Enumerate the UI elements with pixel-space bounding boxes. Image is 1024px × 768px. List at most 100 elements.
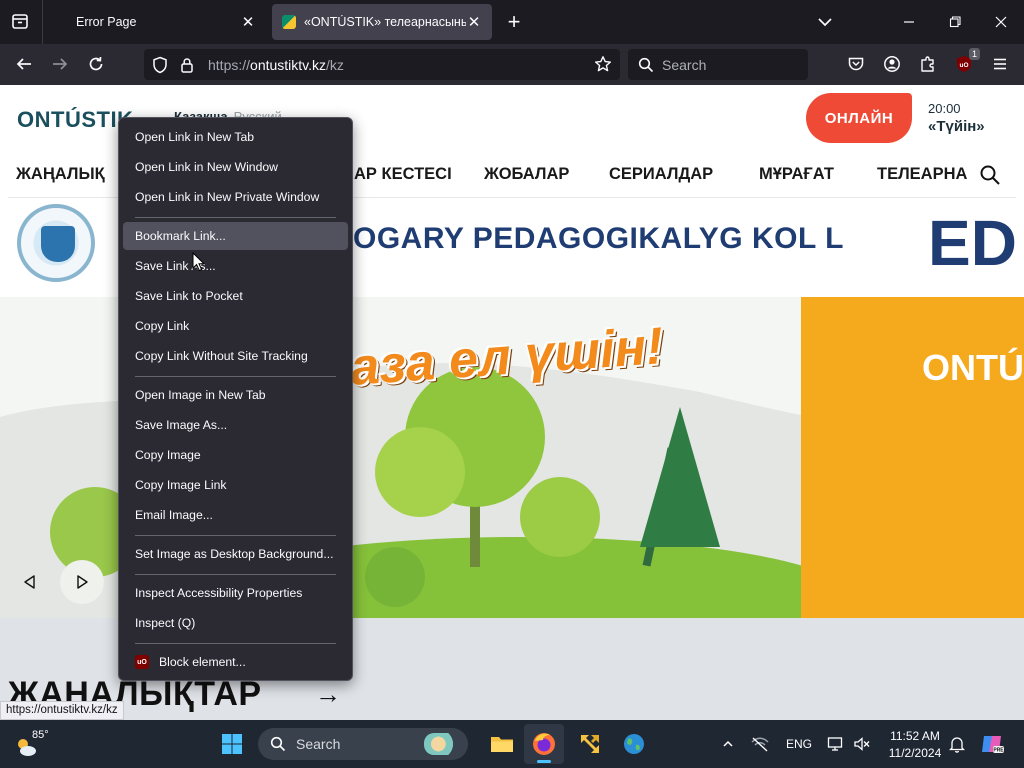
taskbar-search-box[interactable]: Search <box>258 728 468 760</box>
menu-item-open-link-private-window[interactable]: Open Link in New Private Window <box>123 183 348 211</box>
extension-badge: 1 <box>968 48 980 60</box>
windows-taskbar: 85° Search ENG 11:52 AM 11/2/2024 PRE <box>0 720 1024 768</box>
account-button[interactable] <box>876 48 908 80</box>
menu-item-copy-image[interactable]: Copy Image <box>123 441 348 469</box>
menu-item-email-image[interactable]: Email Image... <box>123 501 348 529</box>
network-disconnected-icon <box>751 737 769 752</box>
slider-prev-button[interactable] <box>8 560 52 604</box>
star-icon[interactable] <box>594 55 612 73</box>
menu-item-open-image-new-tab[interactable]: Open Image in New Tab <box>123 381 348 409</box>
new-tab-button[interactable]: + <box>502 9 526 34</box>
site-favicon-icon <box>282 15 296 29</box>
menu-item-save-image-as[interactable]: Save Image As... <box>123 411 348 439</box>
ublock-origin-button[interactable]: uO 1 <box>948 48 980 80</box>
tab-manager-icon[interactable] <box>6 10 34 34</box>
reload-button[interactable] <box>80 48 112 80</box>
close-icon[interactable]: ✕ <box>240 14 256 31</box>
plus-icon: + <box>507 9 521 34</box>
search-icon <box>270 736 286 752</box>
site-logo-text: ONTÚSTIK <box>17 107 134 132</box>
lock-icon[interactable] <box>180 57 196 73</box>
minimize-button[interactable] <box>886 0 932 44</box>
menu-item-inspect[interactable]: Inspect (Q) <box>123 609 348 637</box>
weather-widget[interactable]: 85° <box>14 724 58 764</box>
menu-separator <box>135 643 336 644</box>
taskbar-app-arrows[interactable] <box>570 724 610 764</box>
globe-app-icon <box>624 734 644 754</box>
restore-icon <box>949 16 961 28</box>
menu-item-set-desktop-background[interactable]: Set Image as Desktop Background... <box>123 540 348 568</box>
forward-arrow-icon <box>53 58 68 70</box>
search-icon <box>638 57 654 72</box>
taskbar-firefox[interactable] <box>524 724 564 764</box>
slide-orange-panel <box>801 297 1024 618</box>
back-arrow-icon <box>16 58 31 70</box>
nav-link-news[interactable]: ЖАҢАЛЫҚ <box>16 165 105 184</box>
pocket-button[interactable] <box>840 48 872 80</box>
tray-overflow-button[interactable] <box>718 724 738 764</box>
tab-error-page[interactable]: Error Page ✕ <box>66 4 266 40</box>
site-logo[interactable]: ONTÚSTIK <box>17 107 133 133</box>
menu-separator <box>135 376 336 377</box>
close-icon <box>995 16 1007 28</box>
menu-item-copy-image-link[interactable]: Copy Image Link <box>123 471 348 499</box>
url-path: /kz <box>326 56 344 73</box>
menu-item-block-element[interactable]: uO Block element... <box>123 648 348 676</box>
menu-item-bookmark-link[interactable]: Bookmark Link... <box>123 222 348 250</box>
arrow-right-icon[interactable]: → <box>315 679 341 710</box>
nav-link-channel[interactable]: ТЕЛЕАРНА <box>877 165 967 184</box>
url-bar[interactable]: https://ontustiktv.kz/kz <box>144 49 620 80</box>
slider-next-button[interactable] <box>60 560 104 604</box>
triangle-left-icon <box>24 575 35 589</box>
close-icon[interactable]: ✕ <box>466 14 482 31</box>
notifications-button[interactable] <box>946 724 968 764</box>
url-prefix: https:// <box>208 56 251 73</box>
live-show-title[interactable]: «Түйін» <box>928 118 985 135</box>
search-placeholder: Search <box>662 56 707 73</box>
menu-item-open-link-new-tab[interactable]: Open Link in New Tab <box>123 123 348 151</box>
nav-link-archive[interactable]: МҰРАҒАТ <box>759 165 834 184</box>
menu-separator <box>135 574 336 575</box>
menu-item-save-link-as[interactable]: Save Link As... <box>123 252 348 280</box>
tab-ontustik[interactable]: «ONTÚSTIK» телеарнасының р ✕ <box>272 4 492 40</box>
close-window-button[interactable] <box>978 0 1024 44</box>
tray-network[interactable] <box>748 724 772 764</box>
active-app-indicator <box>537 760 551 763</box>
menu-item-inspect-accessibility[interactable]: Inspect Accessibility Properties <box>123 579 348 607</box>
nav-link-projects[interactable]: ЖОБАЛАР <box>484 165 569 184</box>
search-bar[interactable]: Search <box>628 49 808 80</box>
back-button[interactable] <box>8 48 40 80</box>
restore-button[interactable] <box>932 0 978 44</box>
speaker-muted-icon <box>854 737 870 751</box>
weather-temperature: 85° <box>32 729 49 741</box>
clock-date: 11/2/2024 <box>888 746 942 760</box>
taskbar-file-explorer[interactable] <box>482 724 522 764</box>
menu-item-copy-link[interactable]: Copy Link <box>123 312 348 340</box>
list-all-tabs-button[interactable] <box>812 10 838 34</box>
college-emblem <box>17 204 95 282</box>
taskbar-search-label: Search <box>296 736 341 752</box>
live-button-label: ОНЛАЙН <box>824 109 894 127</box>
tray-volume[interactable] <box>850 724 874 764</box>
start-button[interactable] <box>214 724 250 764</box>
svg-text:uO: uO <box>959 62 968 69</box>
live-online-button[interactable]: ОНЛАЙН <box>806 93 912 143</box>
menu-item-copy-link-without-tracking[interactable]: Copy Link Without Site Tracking <box>123 342 348 370</box>
puzzle-icon <box>921 56 934 72</box>
extensions-button[interactable] <box>912 48 944 80</box>
nav-link-schedule[interactable]: АР КЕСТЕСІ <box>354 165 452 184</box>
tray-display[interactable] <box>824 724 848 764</box>
site-search-button[interactable] <box>979 164 1001 191</box>
forward-button[interactable] <box>44 48 76 80</box>
menu-item-save-link-to-pocket[interactable]: Save Link to Pocket <box>123 282 348 310</box>
search-highlight-doodle-icon <box>424 733 460 755</box>
app-menu-button[interactable] <box>984 48 1016 80</box>
nav-link-series[interactable]: СЕРИАЛДАР <box>609 165 713 184</box>
tray-language[interactable]: ENG <box>780 724 818 764</box>
taskbar-app-globe[interactable] <box>614 724 654 764</box>
tracking-protection-shield-icon[interactable] <box>152 56 170 74</box>
menu-item-open-link-new-window[interactable]: Open Link in New Window <box>123 153 348 181</box>
pocket-icon <box>848 57 864 71</box>
url-host: ontustiktv.kz <box>250 56 327 73</box>
copilot-button[interactable]: PRE <box>976 724 1008 764</box>
